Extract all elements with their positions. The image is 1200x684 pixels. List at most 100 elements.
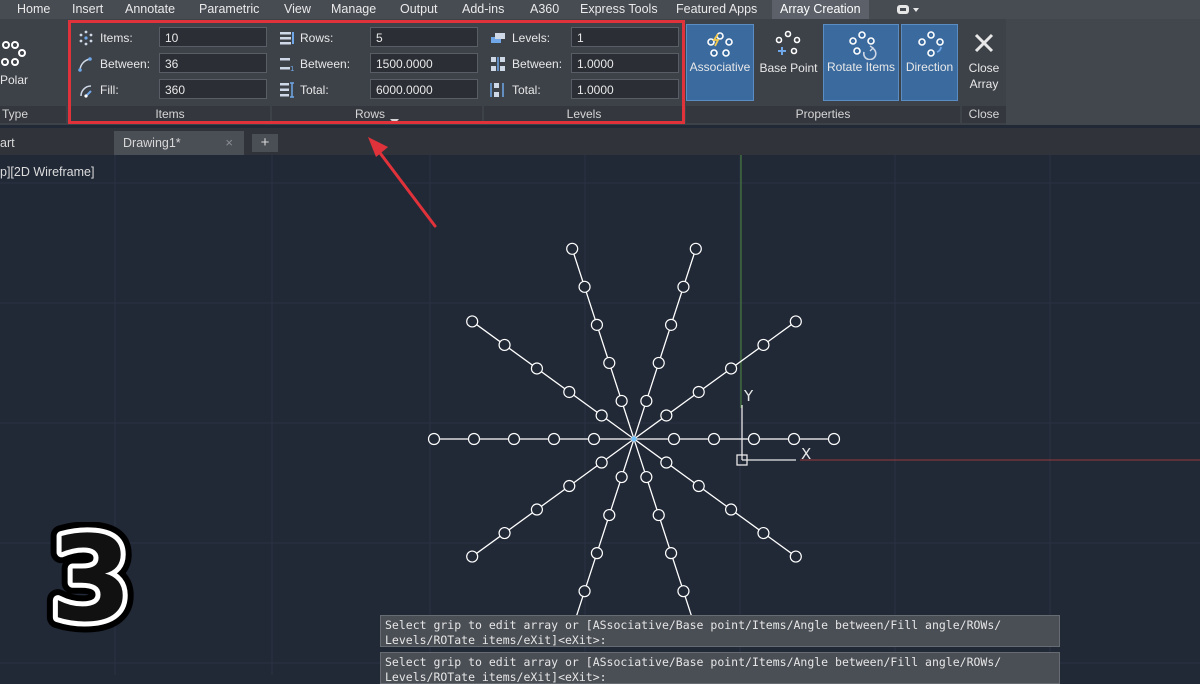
menu-featured-apps[interactable]: Featured Apps xyxy=(676,0,757,19)
array-item-circle xyxy=(507,432,521,446)
properties-panel-label: Properties xyxy=(795,107,851,121)
array-item-circle xyxy=(603,356,616,370)
array-item-circle xyxy=(530,503,544,516)
badge-number: 3 xyxy=(50,522,132,634)
close-panel-label: Close xyxy=(968,107,1000,121)
array-item-circle xyxy=(652,356,665,370)
array-item-circle xyxy=(547,432,561,446)
array-item-circle xyxy=(578,585,591,598)
array-item-circle xyxy=(707,432,721,446)
array-item-circle xyxy=(466,315,479,328)
array-item-circle xyxy=(595,456,608,469)
direction-button[interactable]: Direction xyxy=(901,24,958,101)
array-spoke xyxy=(471,320,635,440)
annotation-arrow xyxy=(368,137,437,228)
array-item-circle xyxy=(664,318,678,331)
polar-array-icon[interactable] xyxy=(0,40,28,73)
array-item-circle xyxy=(757,338,770,352)
command-history-line-2: Select grip to edit array or [ASsociativ… xyxy=(380,652,1060,684)
tab-close-icon[interactable]: × xyxy=(225,131,233,155)
array-item-circle xyxy=(677,280,690,293)
menu-insert[interactable]: Insert xyxy=(72,0,103,19)
array-item-circle xyxy=(660,409,673,422)
array-item-circle xyxy=(466,550,479,563)
menu-add-ins[interactable]: Add-ins xyxy=(462,0,504,19)
rotate-items-button[interactable]: Rotate Items xyxy=(823,24,899,101)
array-item-circle xyxy=(563,479,576,493)
direction-label: Direction xyxy=(905,60,954,74)
array-item-circle xyxy=(587,432,601,446)
array-item-circle xyxy=(787,432,801,446)
array-item-circle xyxy=(467,432,481,446)
menu-output[interactable]: Output xyxy=(400,0,438,19)
array-item-circle xyxy=(724,503,738,516)
close-icon xyxy=(973,32,995,57)
command-history-line-1: Select grip to edit array or [ASsociativ… xyxy=(380,615,1060,647)
array-item-circle xyxy=(677,585,690,598)
rotate-items-icon xyxy=(846,30,878,63)
array-item-circle xyxy=(427,432,441,446)
array-item-circle xyxy=(652,508,665,522)
menu-manage[interactable]: Manage xyxy=(331,0,376,19)
tab-drawing1-label: Drawing1* xyxy=(123,136,181,150)
array-item-circle xyxy=(724,362,738,375)
array-spoke xyxy=(633,320,797,440)
base-point-button[interactable]: Base Point xyxy=(756,24,821,101)
ribbon-empty-area xyxy=(1006,19,1200,125)
array-item-circle xyxy=(692,385,705,399)
array-spoke xyxy=(633,438,797,558)
polar-array xyxy=(427,242,841,636)
array-item-circle xyxy=(615,470,628,484)
array-item-circle xyxy=(827,432,841,446)
array-item-circle xyxy=(667,432,681,446)
array-item-circle xyxy=(660,456,673,469)
associative-label: Associative xyxy=(689,60,751,74)
menu-view[interactable]: View xyxy=(284,0,311,19)
step-number-badge: 3 3 3 xyxy=(35,499,147,659)
array-item-circle xyxy=(603,508,616,522)
array-item-circle xyxy=(789,550,802,563)
tab-drawing1[interactable]: Drawing1* × xyxy=(114,131,244,155)
array-item-circle xyxy=(689,242,702,255)
array-item-circle xyxy=(563,385,576,399)
highlight-box xyxy=(68,20,685,124)
array-item-circle xyxy=(664,547,678,560)
associative-icon xyxy=(705,31,735,62)
array-item-circle xyxy=(640,394,653,408)
y-axis-label: Y xyxy=(743,387,754,405)
menu-express-tools[interactable]: Express Tools xyxy=(580,0,658,19)
menu-a360[interactable]: A360 xyxy=(530,0,559,19)
array-item-circle xyxy=(692,479,705,493)
array-item-circle xyxy=(789,315,802,328)
drawing-canvas[interactable]: Y X xyxy=(0,155,1200,675)
array-item-circle xyxy=(590,547,604,560)
tab-start-label: art xyxy=(0,136,15,150)
type-panel-label: Type xyxy=(1,107,28,121)
rotate-items-label: Rotate Items xyxy=(826,60,896,74)
new-tab-button[interactable]: + xyxy=(252,134,278,152)
array-item-circle xyxy=(595,409,608,422)
array-item-circle xyxy=(566,242,579,255)
base-point-icon xyxy=(773,30,803,61)
ucs-icon xyxy=(736,405,796,466)
viewport-controls-label[interactable]: p][2D Wireframe] xyxy=(0,165,94,179)
array-item-circle xyxy=(578,280,591,293)
array-item-circle xyxy=(747,432,761,446)
array-item-circle xyxy=(530,362,544,375)
menu-home[interactable]: Home xyxy=(17,0,50,19)
close-array-label-line2: Array xyxy=(969,77,999,91)
menu-array-creation[interactable]: Array Creation xyxy=(772,0,869,19)
array-item-circle xyxy=(615,394,628,408)
array-item-circle xyxy=(757,526,770,540)
close-array-button[interactable]: Close Array xyxy=(962,24,1006,101)
array-item-circle xyxy=(640,470,653,484)
associative-button[interactable]: Associative xyxy=(686,24,754,101)
close-array-label-line1: Close xyxy=(968,61,1000,75)
direction-icon xyxy=(915,30,947,63)
menu-parametric[interactable]: Parametric xyxy=(199,0,259,19)
menu-annotate[interactable]: Annotate xyxy=(125,0,175,19)
polar-button-label[interactable]: Polar xyxy=(0,73,28,87)
workspace-toggle-icon[interactable] xyxy=(895,3,921,16)
tab-start[interactable]: art xyxy=(0,131,108,155)
array-item-circle xyxy=(498,338,511,352)
